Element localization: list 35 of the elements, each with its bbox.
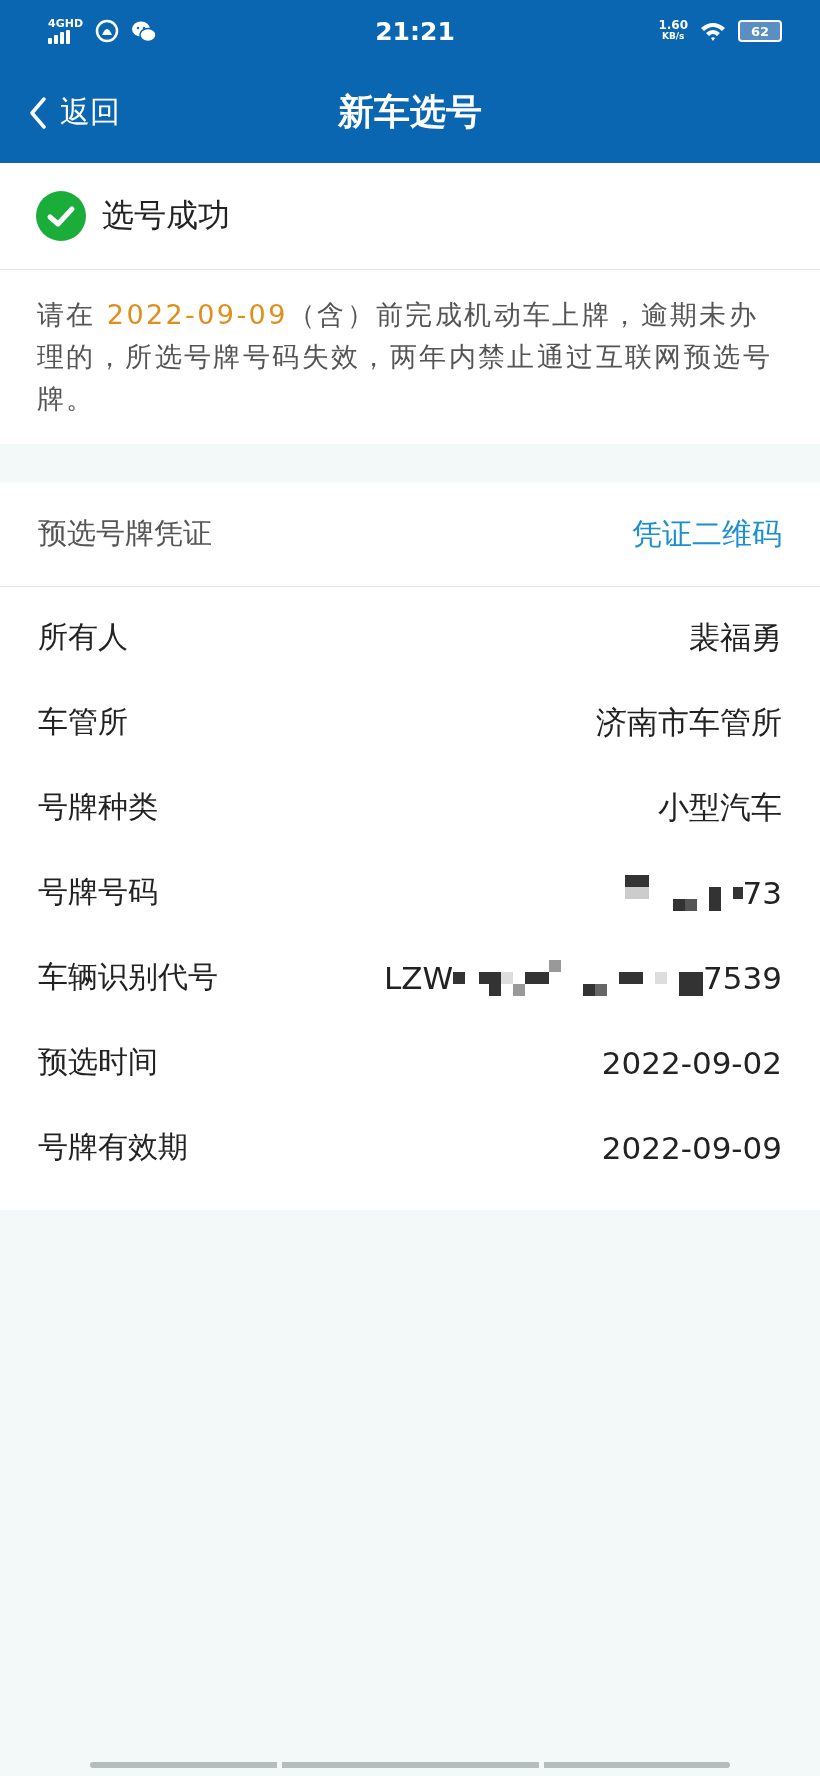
- field-value: 2022-09-09: [601, 1129, 782, 1166]
- chat-icon: [131, 19, 158, 43]
- success-check-icon: [36, 191, 86, 241]
- wifi-icon: [700, 21, 726, 41]
- field-value: LZW: [383, 959, 454, 996]
- field-label: 所有人: [38, 618, 128, 656]
- field-label: 号牌种类: [38, 788, 158, 826]
- field-value: 裴福勇: [689, 617, 782, 657]
- battery-level: 62: [750, 23, 770, 39]
- field-label: 号牌有效期: [38, 1128, 188, 1166]
- notice-text: 请在 2022-09-09（含）前完成机动车上牌，逾期未办理的，所选号牌号码失效，两年内禁止通过互联网预选号牌。: [37, 298, 773, 416]
- bell-icon: [95, 19, 120, 43]
- field-value: 73: [742, 874, 782, 911]
- gesture-bar[interactable]: [90, 1762, 277, 1768]
- back-button[interactable]: 返回: [28, 92, 120, 133]
- field-label: 预选时间: [38, 1043, 158, 1081]
- qr-code-link[interactable]: 凭证二维码: [632, 513, 782, 555]
- section-title: 预选号牌凭证: [38, 515, 212, 552]
- speed-unit: KB/s: [661, 31, 685, 42]
- page-title: 新车选号: [338, 90, 482, 134]
- field-label: 号牌号码: [38, 873, 158, 911]
- signal-icon: [48, 30, 70, 44]
- field-value: 2022-09-02: [601, 1044, 782, 1081]
- network-label: 4GHD: [48, 18, 84, 29]
- field-label: 车辆识别代号: [38, 958, 218, 996]
- gesture-bar[interactable]: [282, 1762, 539, 1768]
- clock-time: 21:21: [375, 16, 455, 46]
- field-value: 7539: [703, 959, 782, 996]
- gesture-bar[interactable]: [544, 1762, 730, 1768]
- field-value: 小型汽车: [658, 787, 782, 827]
- field-label: 车管所: [38, 703, 128, 741]
- field-value: 济南市车管所: [596, 702, 782, 742]
- network-speed: 1.60: [658, 20, 688, 31]
- success-message: 选号成功: [102, 195, 230, 236]
- back-icon: [28, 96, 48, 129]
